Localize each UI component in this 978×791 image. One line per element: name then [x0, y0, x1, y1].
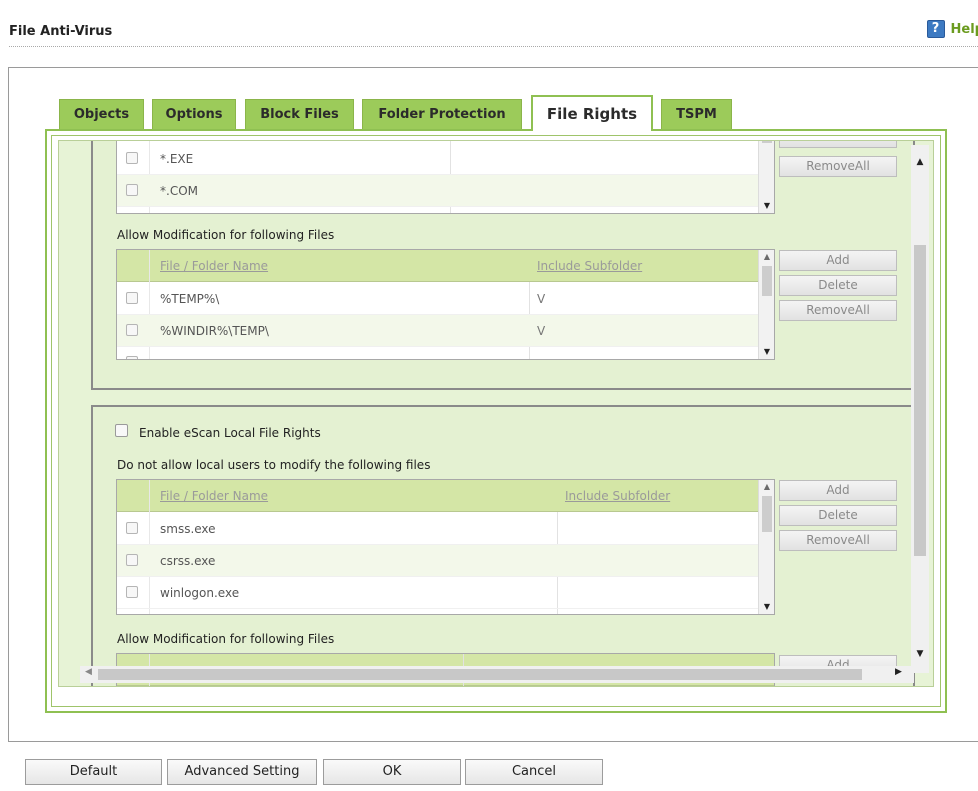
table-row[interactable]	[117, 207, 760, 213]
remove-all-button-top[interactable]: RemoveAll	[779, 156, 897, 177]
row-file-name: *.COM	[160, 184, 198, 198]
deny-modify-grid: File / Folder Name Include Subfolder sms…	[116, 479, 775, 615]
scroll-thumb[interactable]	[762, 496, 772, 532]
header-divider	[9, 46, 978, 47]
scroll-thumb[interactable]	[98, 669, 862, 680]
row-checkbox[interactable]	[126, 554, 138, 566]
enable-local-file-rights-checkbox[interactable]	[115, 424, 128, 437]
advanced-setting-button[interactable]: Advanced Setting	[167, 759, 317, 785]
row-checkbox[interactable]	[126, 152, 138, 164]
file-grid-top: *.EXE *.COM ▼	[116, 141, 775, 214]
tab-file-rights[interactable]: File Rights	[531, 95, 653, 131]
enable-local-file-rights-label: Enable eScan Local File Rights	[139, 426, 321, 440]
help-label: Help	[950, 21, 978, 37]
grid-scrollbar[interactable]: ▲ ▼	[758, 250, 774, 359]
row-checkbox[interactable]	[126, 292, 138, 304]
scroll-down-arrow-icon[interactable]: ▼	[759, 345, 774, 359]
row-file-name: %TEMP%\	[160, 292, 220, 306]
table-row[interactable]: *.COM	[117, 175, 760, 207]
scroll-thumb[interactable]	[914, 245, 926, 556]
remove-all-button[interactable]: RemoveAll	[779, 530, 897, 551]
table-row[interactable]: *.EXE	[117, 143, 760, 175]
local-file-rights-section: Enable eScan Local File Rights Do not al…	[91, 405, 915, 686]
scroll-thumb[interactable]	[762, 266, 772, 296]
row-checkbox[interactable]	[126, 522, 138, 534]
tab-folder-protection[interactable]: Folder Protection	[362, 99, 522, 129]
row-checkbox[interactable]	[126, 184, 138, 196]
row-checkbox[interactable]	[126, 586, 138, 598]
default-button[interactable]: Default	[25, 759, 162, 785]
delete-button-top[interactable]: Delete	[779, 141, 897, 148]
allow-modification-label: Allow Modification for following Files	[117, 632, 335, 646]
header-include-subfolder[interactable]: Include Subfolder	[537, 259, 642, 273]
scroll-left-arrow-icon[interactable]: ◀	[85, 667, 92, 677]
cancel-button[interactable]: Cancel	[465, 759, 603, 785]
grid-header: File / Folder Name Include Subfolder	[117, 480, 760, 512]
scrollable-content: *.EXE *.COM ▼ Delete RemoveAll Allow Mod…	[58, 140, 934, 687]
table-row[interactable]: csrss.exe	[117, 545, 760, 577]
delete-button[interactable]: Delete	[779, 275, 897, 296]
help-link[interactable]: ? Help	[926, 20, 978, 38]
row-include-subfolder: V	[537, 324, 546, 338]
row-file-name: csrss.exe	[160, 554, 216, 568]
table-row[interactable]	[117, 347, 760, 359]
table-row[interactable]: %WINDIR%\TEMP\ V	[117, 315, 760, 347]
header-include-subfolder[interactable]: Include Subfolder	[565, 489, 670, 503]
tab-options[interactable]: Options	[152, 99, 236, 129]
row-file-name: %WINDIR%\TEMP\	[160, 324, 269, 338]
tab-objects[interactable]: Objects	[59, 99, 144, 129]
row-include-subfolder: V	[537, 292, 546, 306]
header-file-folder-name[interactable]: File / Folder Name	[160, 259, 268, 273]
grid-header: File / Folder Name Include Subfolder	[117, 250, 760, 282]
table-row[interactable]: winlogon.exe	[117, 577, 760, 609]
row-file-name: *.EXE	[160, 152, 194, 166]
ok-button[interactable]: OK	[323, 759, 461, 785]
window-title: File Anti-Virus	[9, 24, 113, 39]
panel-horizontal-scrollbar[interactable]: ◀ ▶	[80, 666, 914, 683]
row-file-name: winlogon.exe	[160, 586, 240, 600]
deny-modify-label: Do not allow local users to modify the f…	[117, 458, 431, 472]
header-file-folder-name[interactable]: File / Folder Name	[160, 489, 268, 503]
help-icon: ?	[926, 20, 945, 38]
scroll-down-arrow-icon[interactable]: ▼	[759, 199, 774, 213]
file-rights-section: *.EXE *.COM ▼ Delete RemoveAll Allow Mod…	[91, 141, 915, 390]
grid-scrollbar[interactable]: ▲ ▼	[758, 480, 774, 614]
add-button[interactable]: Add	[779, 480, 897, 501]
scroll-down-arrow-icon[interactable]: ▼	[759, 600, 774, 614]
allow-modification-grid: File / Folder Name Include Subfolder %TE…	[116, 249, 775, 360]
table-row[interactable]: %TEMP%\ V	[117, 283, 760, 315]
row-file-name: smss.exe	[160, 522, 216, 536]
table-row[interactable]: smss.exe	[117, 513, 760, 545]
allow-modification-label: Allow Modification for following Files	[117, 228, 335, 242]
tab-block-files[interactable]: Block Files	[245, 99, 354, 129]
add-button[interactable]: Add	[779, 250, 897, 271]
row-checkbox[interactable]	[126, 356, 138, 359]
grid-scrollbar[interactable]: ▼	[758, 141, 774, 213]
tab-tspm[interactable]: TSPM	[661, 99, 732, 129]
scroll-up-arrow-icon[interactable]: ▲	[759, 250, 774, 264]
remove-all-button[interactable]: RemoveAll	[779, 300, 897, 321]
scroll-up-arrow-icon[interactable]: ▲	[759, 480, 774, 494]
panel-vertical-scrollbar[interactable]: ▲ ▼	[911, 145, 929, 673]
row-checkbox[interactable]	[126, 324, 138, 336]
scroll-down-arrow-icon[interactable]: ▼	[911, 649, 929, 659]
scroll-thumb[interactable]	[762, 141, 772, 143]
scroll-up-arrow-icon[interactable]: ▲	[911, 157, 929, 167]
scroll-right-arrow-icon[interactable]: ▶	[895, 667, 902, 677]
delete-button[interactable]: Delete	[779, 505, 897, 526]
